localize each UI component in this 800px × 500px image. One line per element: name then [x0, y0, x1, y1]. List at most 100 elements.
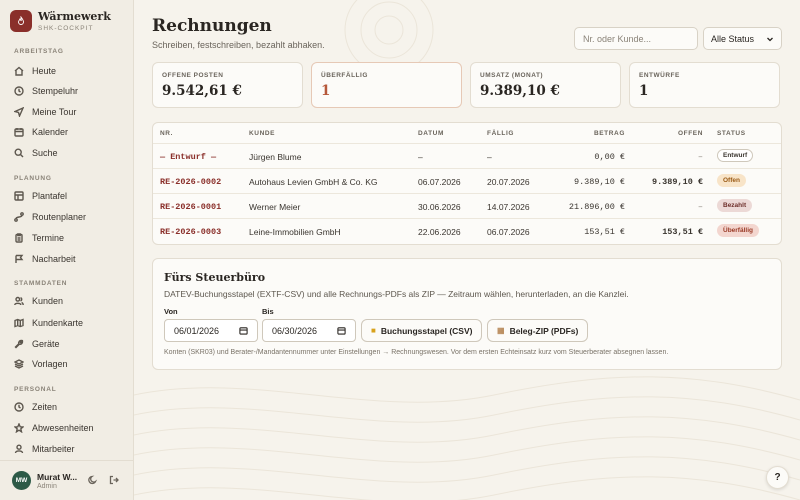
help-button[interactable]: ?: [766, 466, 789, 489]
home-icon: [14, 66, 24, 76]
sidebar-item-label: Kunden: [32, 296, 64, 306]
export-zip-button[interactable]: ▦ Beleg-ZIP (PDFs): [487, 319, 589, 342]
brand-subtitle: SHK-COCKPIT: [38, 24, 94, 32]
stat-value: 9.542,61 €: [162, 83, 242, 99]
sidebar-item-stempeluhr[interactable]: Stempeluhr: [14, 84, 78, 98]
column-header[interactable]: NR.: [160, 130, 173, 137]
column-header[interactable]: OFFEN: [643, 130, 703, 137]
sidebar-item-zeiten[interactable]: Zeiten: [14, 400, 57, 414]
stat-value: 9.389,10 €: [480, 83, 560, 99]
nav-section-stammdaten: STAMMDATEN: [14, 280, 68, 287]
moon-icon: [88, 475, 98, 485]
column-header[interactable]: DATUM: [418, 130, 444, 137]
status-badge: Offen: [717, 174, 746, 187]
navigation-icon: [14, 107, 24, 117]
star-icon: [14, 423, 24, 433]
from-date-input[interactable]: 06/01/2026: [164, 319, 258, 342]
export-csv-button[interactable]: ■ Buchungsstapel (CSV): [361, 319, 483, 342]
sidebar-item-suche[interactable]: Suche: [14, 146, 58, 160]
invoice-date: –: [418, 152, 423, 162]
sidebar-item-routenplaner[interactable]: Routenplaner: [14, 210, 86, 224]
calendar-icon[interactable]: [337, 326, 346, 335]
stat-label: ENTWÜRFE: [639, 72, 680, 79]
sidebar-item-kunden[interactable]: Kunden: [14, 294, 63, 308]
chevron-down-icon: [767, 37, 773, 41]
logout-icon: [109, 475, 119, 485]
stat-card-entwuerfe: ENTWÜRFE 1: [629, 62, 780, 108]
sidebar-item-kundenkarte[interactable]: Kundenkarte: [14, 316, 83, 330]
table-row[interactable]: RE-2026-0002 Autohaus Levien GmbH & Co. …: [153, 168, 781, 193]
stat-value: 1: [321, 83, 331, 99]
invoice-date: 06.07.2026: [418, 177, 461, 187]
table-row[interactable]: RE-2026-0001 Werner Meier 30.06.2026 14.…: [153, 193, 781, 218]
amount: 21.896,00 €: [568, 202, 625, 212]
stat-label: ÜBERFÄLLIG: [321, 72, 368, 79]
logout-button[interactable]: [109, 475, 121, 487]
route-icon: [14, 212, 24, 222]
nav-section-personal: PERSONAL: [14, 386, 57, 393]
main-content: Rechnungen Schreiben, festschreiben, bez…: [134, 0, 800, 500]
stat-card-umsatz: UMSATZ (MONAT) 9.389,10 €: [470, 62, 621, 108]
sidebar-item-label: Kundenkarte: [32, 318, 84, 328]
column-header[interactable]: BETRAG: [565, 130, 625, 137]
sidebar-item-mitarbeiter[interactable]: Mitarbeiter: [14, 442, 75, 456]
table-row[interactable]: RE-2026-0003 Leine-Immobilien GmbH 22.06…: [153, 218, 781, 243]
search-input[interactable]: [574, 27, 698, 50]
user-role: Admin: [37, 483, 57, 490]
sidebar-item-label: Nacharbeit: [32, 254, 76, 264]
page-subtitle: Schreiben, festschreiben, bezahlt abhake…: [152, 40, 325, 50]
sidebar-item-heute[interactable]: Heute: [14, 64, 56, 78]
from-date-value: 06/01/2026: [174, 325, 220, 336]
calendar-icon[interactable]: [239, 326, 248, 335]
sidebar-item-nacharbeit[interactable]: Nacharbeit: [14, 252, 76, 266]
invoice-date: 22.06.2026: [418, 227, 461, 237]
sidebar-item-meine-tour[interactable]: Meine Tour: [14, 105, 76, 119]
avatar[interactable]: MW: [12, 471, 31, 490]
sidebar-item-label: Meine Tour: [32, 107, 77, 117]
sidebar-item-plantafel[interactable]: Plantafel: [14, 189, 67, 203]
table-row[interactable]: — Entwurf — Jürgen Blume – – 0,00 € – En…: [153, 143, 781, 168]
to-date-value: 06/30/2026: [272, 325, 318, 336]
flag-icon: [15, 254, 24, 263]
stat-card-ueberfaellig: ÜBERFÄLLIG 1: [311, 62, 462, 108]
sidebar-item-label: Zeiten: [32, 402, 58, 412]
panel-note: Konten (SKR03) und Berater-/Mandantennum…: [164, 349, 669, 356]
sidebar-item-label: Kalender: [32, 127, 69, 137]
user-panel: MW Murat W... Admin: [0, 460, 134, 500]
column-header[interactable]: FÄLLIG: [487, 130, 514, 137]
tax-export-panel: Fürs Steuerbüro DATEV-Buchungsstapel (EX…: [152, 258, 782, 370]
open-amount: –: [697, 152, 703, 162]
status-filter-value: Alle Status: [711, 33, 755, 44]
invoice-number[interactable]: RE-2026-0002: [160, 177, 221, 187]
nav-section-planung: PLANUNG: [14, 175, 52, 182]
sidebar-item-label: Plantafel: [32, 191, 68, 201]
invoice-number[interactable]: RE-2026-0003: [160, 227, 221, 237]
clock-icon: [14, 402, 24, 412]
amount: 153,51 €: [584, 227, 625, 237]
status-badge: Entwurf: [717, 149, 754, 162]
brand[interactable]: Wärmewerk SHK-COCKPIT: [10, 10, 111, 32]
sidebar-item-label: Routenplaner: [32, 212, 87, 222]
to-date-input[interactable]: 06/30/2026: [262, 319, 356, 342]
column-header[interactable]: KUNDE: [249, 130, 275, 137]
page-title: Rechnungen: [152, 16, 272, 36]
sidebar-item-abwesenheiten[interactable]: Abwesenheiten: [14, 421, 94, 435]
sidebar-item-termine[interactable]: Termine: [14, 231, 64, 245]
calendar-icon: [14, 128, 24, 137]
sidebar-item-geraete[interactable]: Geräte: [14, 337, 60, 351]
status-filter-select[interactable]: Alle Status: [703, 27, 782, 50]
sidebar-item-vorlagen[interactable]: Vorlagen: [14, 357, 68, 371]
panel-title: Fürs Steuerbüro: [164, 271, 266, 284]
sidebar-item-label: Stempeluhr: [32, 86, 79, 96]
sidebar-item-kalender[interactable]: Kalender: [14, 125, 68, 139]
theme-toggle-button[interactable]: [88, 475, 100, 487]
column-header[interactable]: STATUS: [717, 130, 746, 137]
sidebar-item-label: Geräte: [32, 339, 60, 349]
export-csv-label: Buchungsstapel (CSV): [380, 325, 473, 336]
invoice-number[interactable]: — Entwurf —: [160, 152, 216, 162]
invoice-number[interactable]: RE-2026-0001: [160, 202, 221, 212]
wrench-icon: [14, 339, 24, 349]
stat-label: OFFENE POSTEN: [162, 72, 224, 79]
export-zip-label: Beleg-ZIP (PDFs): [509, 325, 579, 336]
map-icon: [14, 318, 24, 328]
